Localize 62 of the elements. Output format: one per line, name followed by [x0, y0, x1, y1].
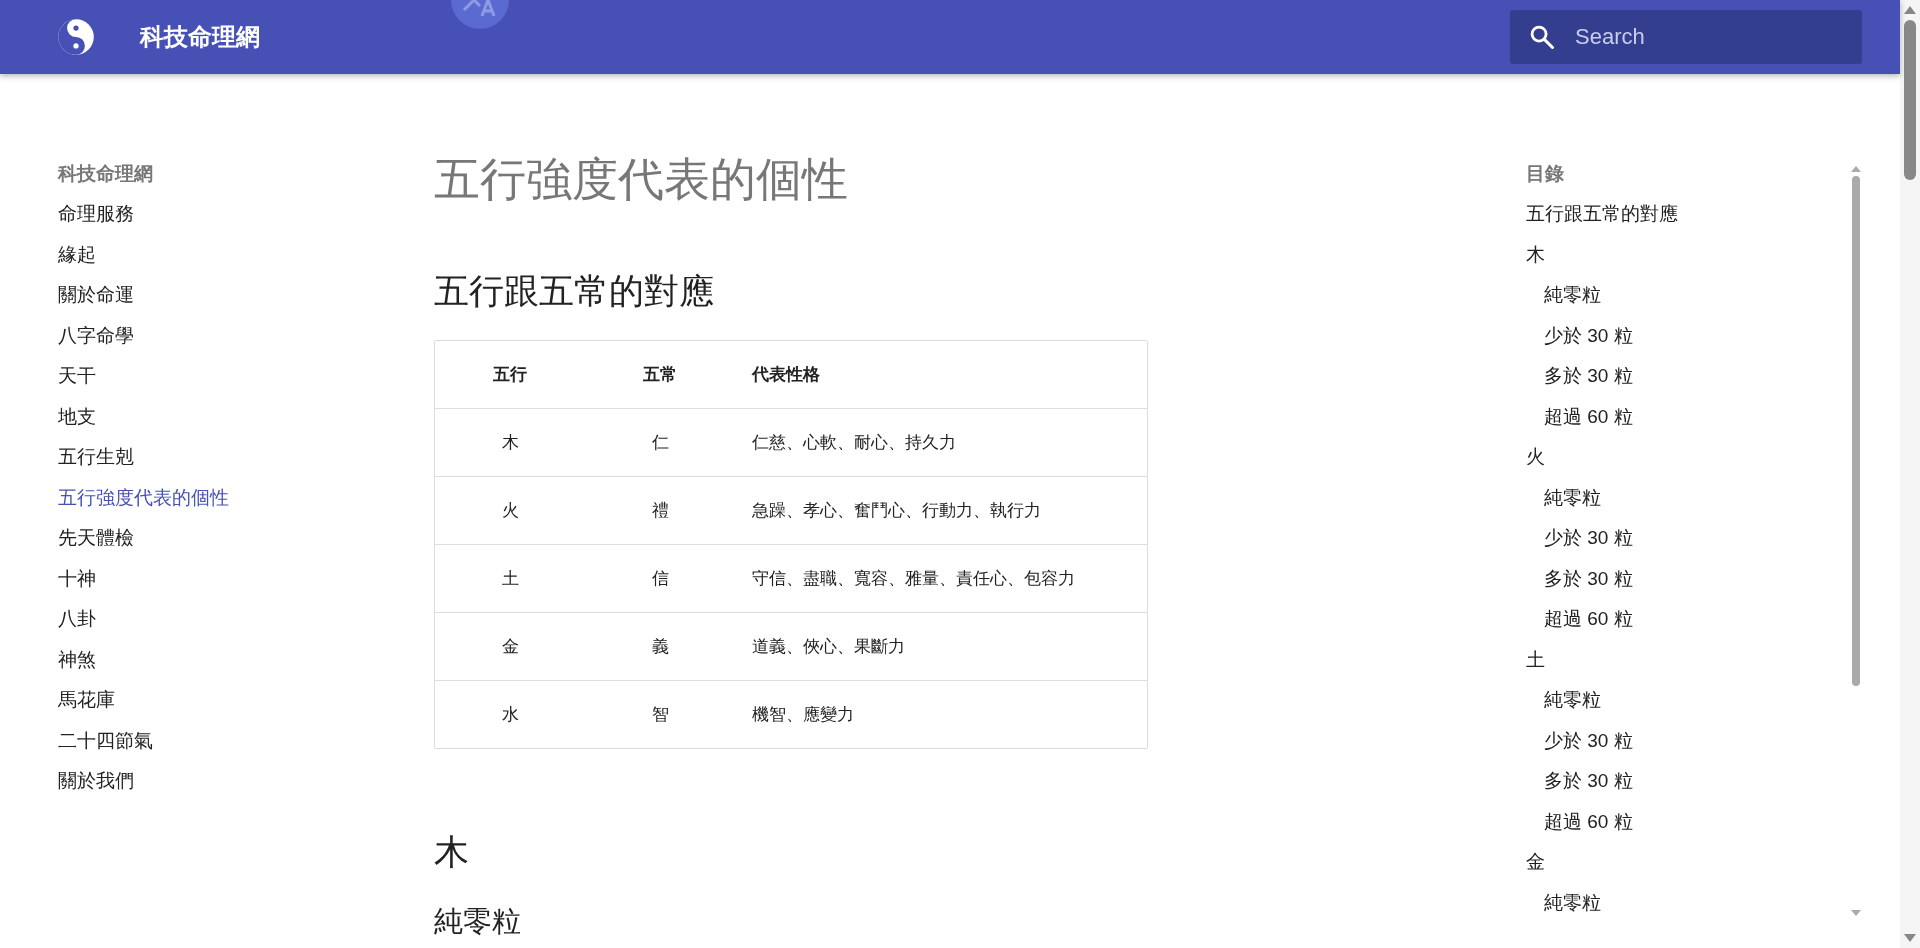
sidebar-link[interactable]: 五行強度代表的個性 — [58, 477, 434, 518]
toc-link[interactable]: 少於 30 粒 — [1526, 315, 1846, 356]
table-cell-text: 水 — [500, 704, 520, 726]
toc-link[interactable]: 木 — [1526, 234, 1846, 275]
column-header: 五行 — [492, 364, 528, 386]
section-heading: 五行跟五常的對應 — [434, 270, 715, 312]
toc-link[interactable]: 超過 60 粒 — [1526, 801, 1846, 842]
table-cell-text: 火 — [500, 500, 520, 522]
table-cell-text: 仁慈、心軟、耐心、持久力 — [752, 432, 956, 454]
toc-link[interactable]: 少於 30 粒 — [1526, 518, 1846, 559]
toc-link[interactable]: 多於 30 粒 — [1526, 761, 1846, 802]
column-header: 代表性格 — [752, 364, 820, 386]
toc-link[interactable]: 火 — [1526, 437, 1846, 478]
table-cell-text: 急躁、孝心、奮鬥心、行動力、執行力 — [752, 500, 1041, 522]
table-cell-text: 仁 — [650, 432, 670, 454]
toc-link[interactable]: 五行跟五常的對應 — [1526, 194, 1846, 235]
toc-link[interactable]: 純零粒 — [1526, 477, 1846, 518]
toc-link[interactable]: 超過 60 粒 — [1526, 396, 1846, 437]
sidebar-link[interactable]: 八卦 — [58, 599, 434, 640]
section-heading: 木 — [434, 831, 470, 873]
site-title[interactable]: 科技命理網 — [140, 21, 260, 53]
sidebar-link[interactable]: 神煞 — [58, 639, 434, 680]
column-header: 五常 — [642, 364, 678, 386]
page-title: 五行強度代表的個性 — [434, 152, 849, 207]
toc-link[interactable]: 多於 30 粒 — [1526, 356, 1846, 397]
sidebar-link[interactable]: 八字命學 — [58, 315, 434, 356]
sidebar-link[interactable]: 馬花庫 — [58, 680, 434, 721]
subsection-heading: 純零粒 — [434, 904, 522, 939]
toc-link[interactable]: 多於 30 粒 — [1526, 558, 1846, 599]
page-scrollbar-drawing[interactable] — [1900, 0, 1920, 948]
table-cell-text: 道義、俠心、果斷力 — [752, 636, 905, 658]
sidebar-link[interactable]: 命理服務 — [58, 194, 434, 235]
table-cell-text: 信 — [650, 568, 670, 590]
table-cell-text: 守信、盡職、寬容、雅量、責任心、包容力 — [752, 568, 1075, 590]
table-cell-text: 義 — [650, 636, 670, 658]
table-cell-text: 機智、應變力 — [752, 704, 854, 726]
search-field[interactable]: Search — [1510, 10, 1862, 64]
table-cell-text: 金 — [500, 636, 520, 658]
toc-title: 目錄 — [1526, 162, 1565, 186]
scrollbar-drawing[interactable] — [1850, 166, 1862, 916]
sidebar-link[interactable]: 五行生剋 — [58, 437, 434, 478]
sidebar-link[interactable]: 關於命運 — [58, 275, 434, 316]
sidebar-link[interactable]: 二十四節氣 — [58, 720, 434, 761]
sidebar-link[interactable]: 關於我們 — [58, 761, 434, 802]
sidebar-link[interactable]: 地支 — [58, 396, 434, 437]
toc-link[interactable]: 純零粒 — [1526, 680, 1846, 721]
toc-link[interactable]: 純零粒 — [1526, 882, 1846, 923]
table-cell-text: 禮 — [650, 500, 670, 522]
table-cell-text: 木 — [500, 432, 520, 454]
table-cell-text: 智 — [650, 704, 670, 726]
toc-link[interactable]: 超過 60 粒 — [1526, 599, 1846, 640]
sidebar-title: 科技命理網 — [58, 162, 154, 186]
toc-link[interactable]: 少於 30 粒 — [1526, 720, 1846, 761]
yin-yang-icon[interactable] — [57, 18, 95, 56]
sidebar-link[interactable]: 先天體檢 — [58, 518, 434, 559]
sidebar-link[interactable]: 緣起 — [58, 234, 434, 275]
table-cell-text: 土 — [500, 568, 520, 590]
sidebar-link[interactable]: 十神 — [58, 558, 434, 599]
toc-link[interactable]: 土 — [1526, 639, 1846, 680]
toc-link[interactable]: 金 — [1526, 842, 1846, 883]
sidebar-link[interactable]: 天干 — [58, 356, 434, 397]
toc-link[interactable]: 純零粒 — [1526, 275, 1846, 316]
